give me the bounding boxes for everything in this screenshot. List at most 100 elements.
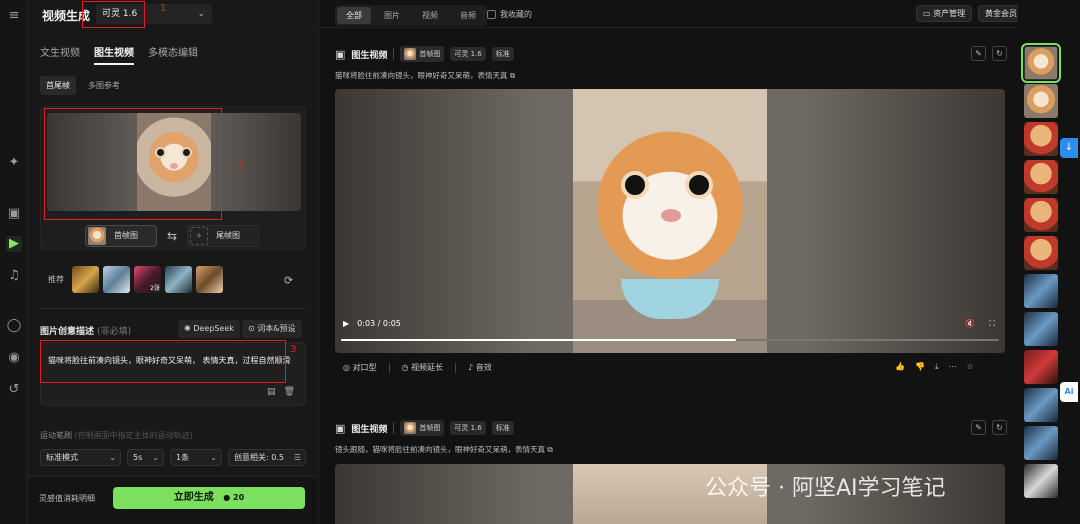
motion-brush-title[interactable]: 运动笔刷 (控制画面中指定主体的运动轨迹) <box>40 430 193 441</box>
eye-icon[interactable]: ◉ <box>6 350 22 366</box>
extend-video-button[interactable]: ◷ 视频延长 <box>402 362 444 373</box>
history-thumb[interactable] <box>1024 198 1058 232</box>
subtab-multi-image[interactable]: 多图参考 <box>82 76 126 95</box>
last-frame-button[interactable]: + 尾帧图 <box>187 225 260 247</box>
filter-audio[interactable]: 音频 <box>451 7 485 24</box>
copy-icon[interactable]: ⧉ <box>547 445 552 454</box>
plus-icon: + <box>190 227 209 245</box>
filter-video[interactable]: 视频 <box>413 7 447 24</box>
card-prompt-text: 猫咪将脸往前凑向镜头，眼神好奇又呆萌，表情天真 <box>335 71 508 80</box>
count-select[interactable]: 1条 ⌄ <box>170 449 222 466</box>
recommend-thumb-2[interactable] <box>103 266 130 293</box>
duration-value: 5s <box>133 453 143 462</box>
history-icon[interactable]: ↺ <box>6 382 22 398</box>
model-select[interactable]: 可灵 1.6 ⌄ <box>96 4 212 24</box>
tag-quality: 标准 <box>491 47 514 61</box>
canvas-icon[interactable]: ◯ <box>6 318 22 334</box>
magic-icon[interactable]: ✦ <box>6 155 22 171</box>
trash-icon[interactable]: 🗑 <box>284 387 295 397</box>
thumbs-down-icon[interactable]: 👎 <box>915 362 925 372</box>
menu-icon[interactable]: ≡ <box>6 8 22 24</box>
card-tools: ✎ ↻ <box>971 420 1007 435</box>
prompt-textarea[interactable]: 猫咪将脸往前凑向镜头，眼神好奇又呆萌， 表情天真，过程自然顺滑 ▤ 🗑 <box>40 342 306 406</box>
scroll-down-button[interactable]: ↓ <box>1060 138 1078 158</box>
regenerate-icon[interactable]: ↻ <box>992 420 1007 435</box>
annotation-number-2: 2 <box>238 160 245 171</box>
history-thumb[interactable] <box>1024 236 1058 270</box>
creativity-select[interactable]: 创意相关: 0.5 ☰ <box>228 449 306 466</box>
history-thumb[interactable] <box>1021 43 1061 83</box>
results-topbar: 全部 图片 视频 音频 我收藏的 ▭ 资产管理 ● 0 <box>319 0 1019 28</box>
history-thumb[interactable] <box>1024 350 1058 384</box>
history-thumb[interactable] <box>1024 426 1058 460</box>
video-doc-icon: ▣ <box>335 421 346 435</box>
progress-bar[interactable] <box>341 339 999 341</box>
audio-icon[interactable]: ♫ <box>6 268 22 284</box>
generate-bar: 灵感值消耗明细 立即生成 ● 20 <box>28 476 318 524</box>
play-icon[interactable]: ▶ <box>343 319 349 328</box>
image-icon[interactable]: ▣ <box>6 206 22 222</box>
edit-icon[interactable]: ✎ <box>971 420 986 435</box>
creativity-value: 创意相关: 0.5 <box>234 453 284 462</box>
asset-management-button[interactable]: ▭ 资产管理 <box>916 5 973 22</box>
filter-image[interactable]: 图片 <box>375 7 409 24</box>
favorites-toggle[interactable]: 我收藏的 <box>487 9 532 20</box>
chevron-down-icon: ⌄ <box>109 453 116 462</box>
copy-icon[interactable]: ⧉ <box>510 71 515 80</box>
regenerate-icon[interactable]: ↻ <box>992 46 1007 61</box>
recommend-thumb-5[interactable] <box>196 266 223 293</box>
swap-icon[interactable]: ⇆ <box>167 229 177 243</box>
lip-sync-label: 对口型 <box>352 363 377 372</box>
history-thumb[interactable] <box>1024 274 1058 308</box>
history-thumb[interactable] <box>1024 464 1058 498</box>
card-title: 图生视频 <box>351 50 388 61</box>
first-frame-preview[interactable] <box>47 113 301 211</box>
subtab-first-last-frame[interactable]: 首尾帧 <box>40 76 76 95</box>
download-icon[interactable]: ⤓ <box>935 362 939 372</box>
history-thumb[interactable] <box>1024 84 1058 118</box>
tag-quality: 标准 <box>491 421 514 435</box>
edit-icon[interactable]: ✎ <box>971 46 986 61</box>
preset-button[interactable]: ⊙ 词本&预设 <box>242 320 302 338</box>
cat-image <box>137 113 211 211</box>
recommend-thumb-3[interactable]: 2张 <box>134 266 161 293</box>
video-player[interactable]: ▶ 0:03 / 0:05 🔇 ⛶ <box>335 89 1005 353</box>
model-value: 可灵 1.6 <box>102 9 138 19</box>
sound-effect-button[interactable]: ♪ 音效 <box>468 362 492 373</box>
annotation-number-1: 1 <box>160 3 167 14</box>
recommend-label: 推荐 <box>48 275 64 284</box>
deepseek-button[interactable]: ✺ DeepSeek <box>178 320 240 338</box>
recommend-thumb-4[interactable] <box>165 266 192 293</box>
cost-detail-link[interactable]: 灵感值消耗明细 <box>39 493 95 504</box>
mute-icon[interactable]: 🔇 <box>965 319 975 329</box>
star-icon[interactable]: ☆ <box>966 362 973 372</box>
tab-text-to-video[interactable]: 文生视频 <box>40 44 80 65</box>
video-frame <box>573 89 767 353</box>
first-frame-button[interactable]: 首帧图 <box>85 225 157 247</box>
recommend-thumb-1[interactable] <box>72 266 99 293</box>
checkbox[interactable] <box>487 10 496 19</box>
tab-image-to-video[interactable]: 图生视频 <box>94 44 134 65</box>
ai-assistant-button[interactable]: Ai <box>1060 382 1078 402</box>
refresh-icon[interactable]: ⟳ <box>284 274 293 287</box>
page-title: 视频生成 <box>42 9 91 23</box>
mode-select[interactable]: 标准模式 ⌄ <box>40 449 121 466</box>
fullscreen-icon[interactable]: ⛶ <box>989 319 995 329</box>
deepseek-label: DeepSeek <box>193 324 234 333</box>
save-icon[interactable]: ▤ <box>267 387 276 397</box>
prompt-tools: ▤ 🗑 <box>267 387 295 397</box>
generate-button[interactable]: 立即生成 ● 20 <box>113 487 305 509</box>
video-icon[interactable]: ▶ <box>6 236 22 252</box>
chevron-down-icon: ⌄ <box>210 453 217 462</box>
history-thumb[interactable] <box>1024 312 1058 346</box>
more-icon[interactable]: ⋯ <box>948 362 956 372</box>
history-thumb[interactable] <box>1024 160 1058 194</box>
history-thumb[interactable] <box>1024 388 1058 422</box>
panel-header: 视频生成 可灵 1.6 ⌄ <box>28 0 318 28</box>
tab-multimodal-edit[interactable]: 多模态编辑 <box>148 44 198 65</box>
thumbs-up-icon[interactable]: 👍 <box>895 362 905 372</box>
filter-all[interactable]: 全部 <box>337 7 371 24</box>
history-thumb[interactable] <box>1024 122 1058 156</box>
duration-select[interactable]: 5s ⌄ <box>127 449 164 466</box>
lip-sync-button[interactable]: ◎ 对口型 <box>343 362 377 373</box>
